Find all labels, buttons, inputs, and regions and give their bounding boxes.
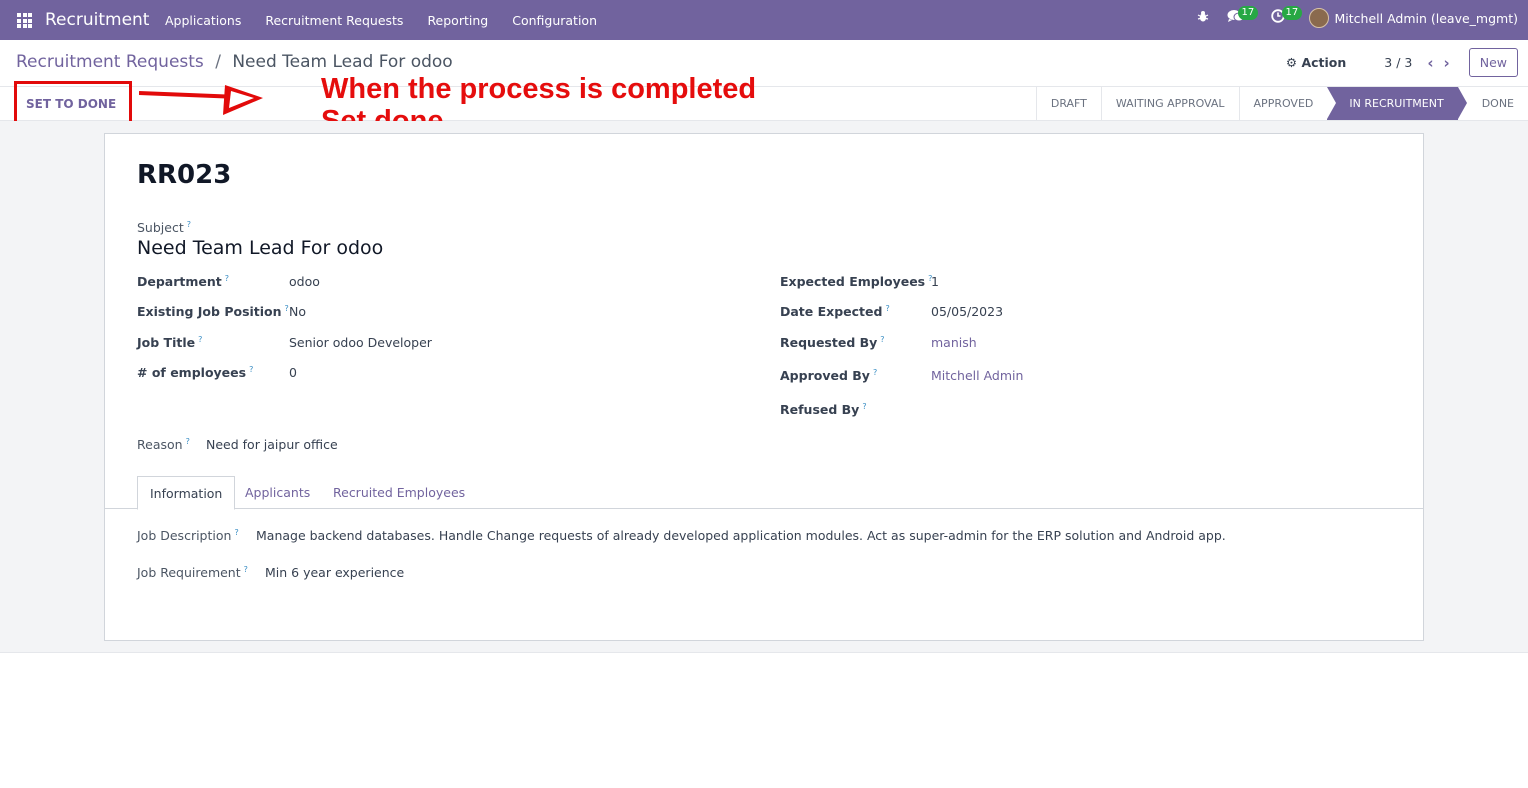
job-description-value[interactable]: Manage backend databases. Handle Change … — [256, 528, 1226, 543]
chat-icon[interactable]: 17 — [1227, 6, 1259, 27]
reason-label: Reason? — [137, 437, 190, 452]
num-employees-value[interactable]: 0 — [289, 365, 297, 380]
main-menu: Applications Recruitment Requests Report… — [165, 13, 621, 28]
record-name: RR023 — [137, 160, 232, 190]
help-icon: ? — [185, 437, 190, 446]
stage-waiting-approval[interactable]: WAITING APPROVAL — [1100, 87, 1239, 120]
chevron-left-icon[interactable]: ‹ — [1427, 54, 1433, 72]
chevron-right-icon[interactable]: › — [1444, 54, 1450, 72]
tab-information[interactable]: Information — [137, 476, 236, 510]
activities-count-badge: 17 — [1281, 6, 1303, 20]
menu-applications[interactable]: Applications — [165, 13, 241, 28]
existing-job-position-label: Existing Job Position? — [137, 304, 289, 319]
menu-configuration[interactable]: Configuration — [512, 13, 597, 28]
top-navbar: Recruitment Applications Recruitment Req… — [0, 0, 1528, 40]
date-expected-label: Date Expected? — [780, 304, 890, 319]
control-panel-actions: ⚙ Action 3 / 3 ‹ › New — [1286, 48, 1518, 77]
tab-recruited-employees[interactable]: Recruited Employees — [321, 476, 477, 509]
job-title-label: Job Title? — [137, 335, 203, 350]
help-icon: ? — [885, 304, 890, 313]
existing-job-position-value[interactable]: No — [289, 304, 306, 319]
user-avatar[interactable] — [1308, 8, 1329, 28]
help-icon: ? — [234, 528, 239, 537]
help-icon: ? — [862, 402, 867, 411]
form-sheet: RR023 Subject? Need Team Lead For odoo D… — [104, 133, 1424, 641]
set-to-done-button[interactable]: SET TO DONE — [26, 97, 116, 111]
control-panel: Recruitment Requests / Need Team Lead Fo… — [0, 40, 1528, 86]
notebook-tabs: Information Applicants Recruited Employe… — [105, 476, 1423, 510]
expected-employees-value[interactable]: 1 — [931, 274, 939, 289]
help-icon: ? — [198, 335, 203, 344]
breadcrumb: Recruitment Requests / Need Team Lead Fo… — [16, 52, 453, 72]
tab-applicants[interactable]: Applicants — [233, 476, 322, 509]
help-icon: ? — [186, 220, 191, 229]
action-menu-button[interactable]: ⚙ Action — [1286, 55, 1346, 70]
menu-reporting[interactable]: Reporting — [427, 13, 488, 28]
breadcrumb-parent[interactable]: Recruitment Requests — [16, 52, 204, 72]
stage-in-recruitment[interactable]: IN RECRUITMENT — [1327, 87, 1468, 120]
refused-by-label: Refused By? — [780, 402, 867, 417]
user-name[interactable]: Mitchell Admin (leave_mgmt) — [1335, 11, 1518, 26]
help-icon: ? — [243, 565, 248, 574]
department-value[interactable]: odoo — [289, 274, 320, 289]
num-employees-label: # of employees? — [137, 365, 254, 380]
reason-value[interactable]: Need for jaipur office — [206, 437, 338, 452]
menu-recruitment-requests[interactable]: Recruitment Requests — [265, 13, 403, 28]
form-view: RR023 Subject? Need Team Lead For odoo D… — [0, 121, 1528, 653]
help-icon: ? — [249, 365, 254, 374]
annotation-line-1: When the process is completed — [321, 73, 757, 105]
job-requirement-value[interactable]: Min 6 year experience — [265, 565, 404, 580]
pager-value[interactable]: 3 / 3 — [1384, 55, 1412, 70]
help-icon: ? — [880, 335, 885, 344]
stage-approved[interactable]: APPROVED — [1238, 87, 1328, 120]
requested-by-label: Requested By? — [780, 335, 885, 350]
stage-done[interactable]: DONE — [1458, 87, 1528, 120]
job-requirement-label: Job Requirement? — [137, 565, 248, 580]
action-label: Action — [1301, 55, 1347, 70]
job-title-value[interactable]: Senior odoo Developer — [289, 335, 432, 350]
approved-by-value[interactable]: Mitchell Admin — [931, 368, 1023, 383]
new-button[interactable]: New — [1468, 48, 1518, 77]
department-label: Department? — [137, 274, 230, 289]
help-icon: ? — [872, 368, 878, 377]
stage-pipeline: DRAFT WAITING APPROVAL APPROVED IN RECRU… — [1035, 87, 1528, 120]
app-name[interactable]: Recruitment — [45, 10, 149, 30]
date-expected-value[interactable]: 05/05/2023 — [931, 304, 1003, 319]
systray: 17 17 Mitchell Admin (leave_mgmt) — [1179, 6, 1518, 28]
stage-draft[interactable]: DRAFT — [1035, 87, 1101, 120]
breadcrumb-separator: / — [215, 52, 221, 72]
job-description-label: Job Description? — [137, 528, 239, 543]
subject-value[interactable]: Need Team Lead For odoo — [137, 237, 383, 259]
status-bar: SET TO DONE When the process is complete… — [0, 73, 1528, 137]
subject-label: Subject? — [137, 220, 191, 235]
gear-icon: ⚙ — [1285, 55, 1298, 70]
bug-icon[interactable] — [1197, 10, 1209, 27]
requested-by-value[interactable]: manish — [931, 335, 977, 350]
annotation-arrow — [139, 85, 263, 115]
breadcrumb-current: Need Team Lead For odoo — [232, 52, 453, 72]
apps-grid-icon[interactable] — [17, 13, 32, 28]
approved-by-label: Approved By? — [780, 368, 878, 383]
clock-icon[interactable]: 17 — [1270, 6, 1303, 27]
messages-count-badge: 17 — [1237, 6, 1259, 20]
expected-employees-label: Expected Employees? — [780, 274, 933, 289]
help-icon: ? — [224, 274, 230, 283]
